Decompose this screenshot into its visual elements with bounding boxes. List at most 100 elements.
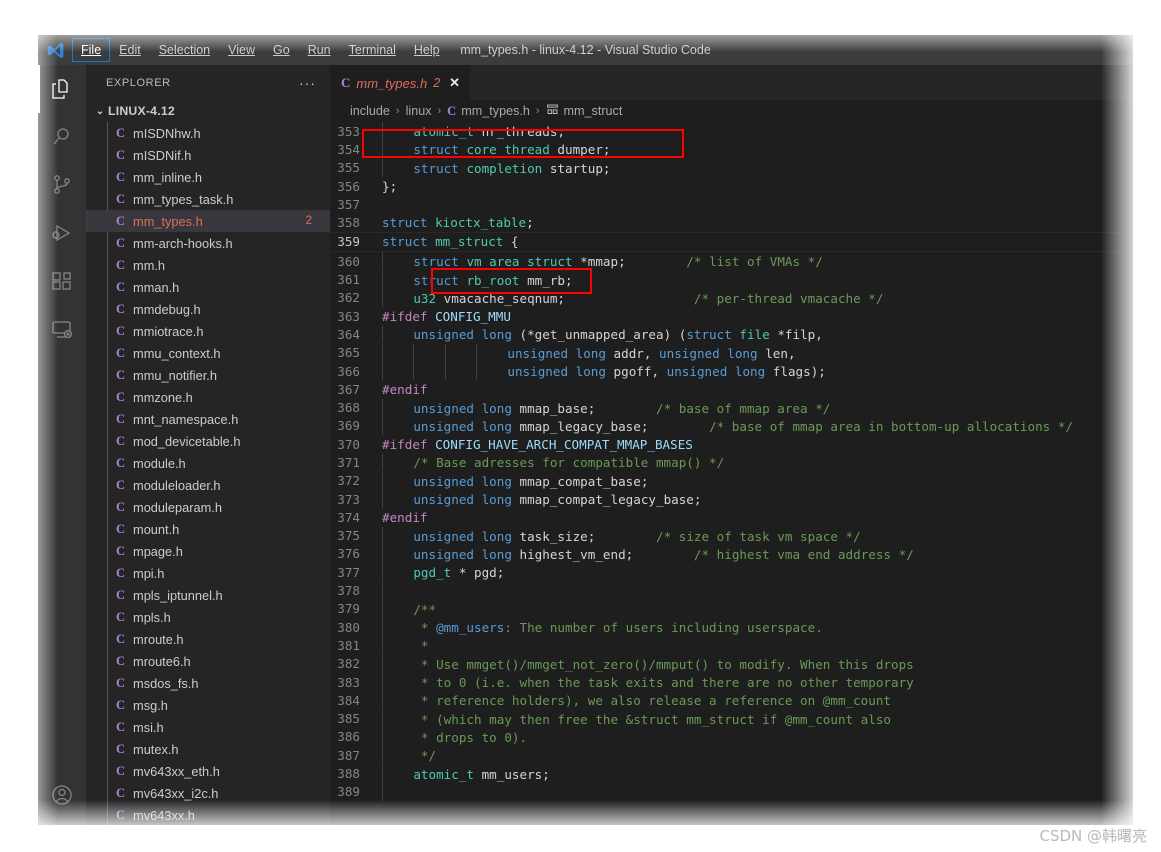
code-line[interactable]: 387 */: [330, 746, 1133, 765]
account-icon[interactable]: [38, 771, 86, 819]
file-tree-item[interactable]: Cmodule.h: [86, 452, 330, 474]
file-tree-item[interactable]: Cmv643xx_eth.h: [86, 760, 330, 782]
file-tree-item[interactable]: Cmman.h: [86, 276, 330, 298]
code-line[interactable]: 357: [330, 195, 1133, 213]
file-tree-item[interactable]: Cmv643xx.h: [86, 804, 330, 825]
code-line[interactable]: 382 * Use mmget()/mmget_not_zero()/mmput…: [330, 654, 1133, 673]
menu-item-run[interactable]: Run: [300, 39, 339, 61]
file-tree-item[interactable]: Cmnt_namespace.h: [86, 408, 330, 430]
folder-root-row[interactable]: ⌄ LINUX-4.12: [86, 100, 330, 122]
menu-item-selection[interactable]: Selection: [151, 39, 218, 61]
file-tree-item[interactable]: Cmroute6.h: [86, 650, 330, 672]
file-tree-item[interactable]: Cmroute.h: [86, 628, 330, 650]
file-tree-item[interactable]: Cmoduleloader.h: [86, 474, 330, 496]
file-tree-item[interactable]: Cmm_types.h 2: [86, 210, 330, 232]
activity-bar[interactable]: [38, 65, 86, 825]
menu-item-file[interactable]: File: [71, 38, 111, 62]
code-line[interactable]: 372 unsigned long mmap_compat_base;: [330, 471, 1133, 490]
code-line[interactable]: 367 #endif: [330, 380, 1133, 398]
menu-item-terminal[interactable]: Terminal: [341, 39, 404, 61]
menu-item-go[interactable]: Go: [265, 39, 298, 61]
code-line[interactable]: 356};: [330, 177, 1133, 195]
menu-item-edit[interactable]: Edit: [111, 39, 149, 61]
file-tree-item[interactable]: Cmm.h: [86, 254, 330, 276]
breadcrumb[interactable]: include › linux › C mm_types.h › mm_stru…: [330, 100, 1133, 122]
file-tree-item[interactable]: Cmmu_context.h: [86, 342, 330, 364]
file-tree-item[interactable]: Cmount.h: [86, 518, 330, 540]
code-line[interactable]: 355 struct completion startup;: [330, 158, 1133, 177]
more-actions-icon[interactable]: ···: [299, 75, 324, 91]
code-line[interactable]: 354 struct core_thread dumper;: [330, 140, 1133, 159]
source-control-icon[interactable]: [38, 161, 86, 209]
code-line[interactable]: 365 unsigned long addr, unsigned long le…: [330, 343, 1133, 362]
code-line[interactable]: 360 struct vm_area_struct *mmap; /* list…: [330, 252, 1133, 271]
tab-mm-types-h[interactable]: C mm_types.h 2 ✕: [330, 65, 472, 100]
file-tree-item[interactable]: Cmpi.h: [86, 562, 330, 584]
file-tree-item[interactable]: Cmmzone.h: [86, 386, 330, 408]
file-tree-item[interactable]: Cmod_devicetable.h: [86, 430, 330, 452]
code-line[interactable]: 386 * drops to 0).: [330, 727, 1133, 746]
code-line[interactable]: 376 unsigned long highest_vm_end; /* hig…: [330, 544, 1133, 563]
file-tree-item[interactable]: Cmoduleparam.h: [86, 496, 330, 518]
code-line[interactable]: 364 unsigned long (*get_unmapped_area) (…: [330, 325, 1133, 344]
code-line[interactable]: 353 atomic_t nr_threads;: [330, 122, 1133, 141]
file-tree-list[interactable]: CmISDNhw.h CmISDNif.h Cmm_inline.h Cmm_type…: [86, 122, 330, 825]
code-line[interactable]: 379 /**: [330, 599, 1133, 618]
breadcrumb-item-symbol[interactable]: mm_struct: [564, 104, 623, 118]
menu-bar[interactable]: File Edit Selection View Go Run Terminal…: [71, 35, 449, 65]
file-tree-item[interactable]: CmISDNhw.h: [86, 122, 330, 144]
breadcrumb-item-file[interactable]: mm_types.h: [461, 104, 530, 118]
menu-item-view[interactable]: View: [220, 39, 263, 61]
code-line[interactable]: 366 unsigned long pgoff, unsigned long f…: [330, 362, 1133, 380]
code-line[interactable]: 383 * to 0 (i.e. when the task exits and…: [330, 673, 1133, 692]
code-line[interactable]: 380 * @mm_users: The number of users inc…: [330, 618, 1133, 637]
editor-vertical-scrollbar[interactable]: [1119, 122, 1133, 825]
file-tree-item[interactable]: Cmv643xx_i2c.h: [86, 782, 330, 804]
code-line[interactable]: 371 /* Base adresses for compatible mmap…: [330, 453, 1133, 472]
code-line[interactable]: 363 #ifdef CONFIG_MMU: [330, 307, 1133, 325]
code-line[interactable]: 377 pgd_t * pgd;: [330, 563, 1133, 582]
file-tree-item[interactable]: CmISDNif.h: [86, 144, 330, 166]
file-tree-item[interactable]: Cmmdebug.h: [86, 298, 330, 320]
file-tree-item[interactable]: Cmpage.h: [86, 540, 330, 562]
file-tree-item[interactable]: Cmsdos_fs.h: [86, 672, 330, 694]
extensions-icon[interactable]: [38, 257, 86, 305]
file-tree-item[interactable]: Cmsg.h: [86, 694, 330, 716]
code-line[interactable]: 358 struct kioctx_table;: [330, 213, 1133, 231]
remote-explorer-icon[interactable]: [38, 305, 86, 353]
breadcrumb-item-include[interactable]: include: [350, 104, 390, 118]
file-tree-item[interactable]: Cmpls.h: [86, 606, 330, 628]
file-tree-item[interactable]: Cmmu_notifier.h: [86, 364, 330, 386]
code-editor-content[interactable]: 353 atomic_t nr_threads; 354 struct core_…: [330, 122, 1133, 825]
editor-tab-bar[interactable]: C mm_types.h 2 ✕: [330, 65, 1133, 100]
explorer-icon[interactable]: [38, 65, 86, 113]
code-line[interactable]: 361 struct rb_root mm_rb;: [330, 270, 1133, 289]
code-line[interactable]: 359 struct mm_struct {: [330, 231, 1133, 253]
code-line[interactable]: 362 u32 vmacache_seqnum; /* per-thread v…: [330, 288, 1133, 307]
code-line[interactable]: 381 *: [330, 636, 1133, 655]
menu-item-help[interactable]: Help: [406, 39, 448, 61]
file-tree-item[interactable]: Cmm_inline.h: [86, 166, 330, 188]
file-tree-item[interactable]: Cmm-arch-hooks.h: [86, 232, 330, 254]
file-tree-item[interactable]: Cmpls_iptunnel.h: [86, 584, 330, 606]
code-line[interactable]: 375 unsigned long task_size; /* size of …: [330, 526, 1133, 545]
code-token: unsigned long: [413, 400, 512, 416]
breadcrumb-item-linux[interactable]: linux: [406, 104, 432, 118]
code-line[interactable]: 369 unsigned long mmap_legacy_base; /* b…: [330, 416, 1133, 435]
code-line[interactable]: 374 #endif: [330, 508, 1133, 526]
file-tree-item[interactable]: Cmsi.h: [86, 716, 330, 738]
code-line[interactable]: 385 * (which may then free the &struct m…: [330, 709, 1133, 728]
close-icon[interactable]: ✕: [449, 75, 460, 91]
code-line[interactable]: 388 atomic_t mm_users;: [330, 764, 1133, 783]
file-tree-item[interactable]: Cmm_types_task.h: [86, 188, 330, 210]
code-line[interactable]: 373 unsigned long mmap_compat_legacy_bas…: [330, 490, 1133, 509]
search-icon[interactable]: [38, 113, 86, 161]
run-and-debug-icon[interactable]: [38, 209, 86, 257]
file-tree-item[interactable]: Cmutex.h: [86, 738, 330, 760]
code-line[interactable]: 389: [330, 782, 1133, 801]
code-line[interactable]: 378: [330, 581, 1133, 600]
code-line[interactable]: 384 * reference holders), we also releas…: [330, 691, 1133, 710]
code-line[interactable]: 370 #ifdef CONFIG_HAVE_ARCH_COMPAT_MMAP_B…: [330, 435, 1133, 453]
file-tree-item[interactable]: Cmmiotrace.h: [86, 320, 330, 342]
code-line[interactable]: 368 unsigned long mmap_base; /* base of …: [330, 398, 1133, 417]
